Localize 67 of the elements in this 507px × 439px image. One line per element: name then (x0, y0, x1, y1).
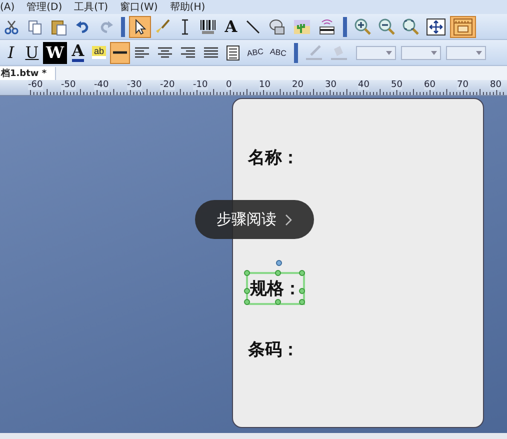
zoom-icon (402, 18, 419, 35)
move-arrows-icon (426, 18, 446, 36)
arc-button[interactable]: ABC (244, 42, 266, 64)
shapes-icon (268, 18, 286, 36)
wave-button[interactable]: ABC (267, 42, 290, 64)
dropdown-field[interactable] (446, 46, 486, 60)
line-icon (112, 51, 127, 54)
ruler-label: -10 (193, 80, 208, 90)
underline-button[interactable]: U (22, 42, 42, 64)
ruler-label: -20 (160, 80, 175, 90)
ruler-label: -40 (94, 80, 109, 90)
text-tool-button[interactable]: A (221, 16, 241, 38)
paste-icon (50, 18, 68, 36)
color-button[interactable]: A (68, 42, 88, 64)
dropdown-field[interactable] (400, 46, 441, 60)
ruler-label: 50 (391, 80, 402, 90)
menu-item[interactable]: 窗口(W) (120, 0, 158, 14)
ruler-label: 0 (226, 80, 232, 90)
hline-button[interactable] (110, 42, 130, 64)
document-icon (226, 44, 240, 60)
chevron-icon (284, 214, 292, 226)
ruler-label: -50 (61, 80, 76, 90)
pen-icon (304, 44, 323, 60)
ruler-label: 60 (424, 80, 436, 90)
align-left-icon (134, 46, 150, 60)
scissors-icon (4, 18, 20, 34)
align-right-icon (180, 46, 196, 60)
italic-button[interactable]: I (1, 42, 21, 64)
zoom-in-icon (354, 18, 371, 35)
undo-icon (75, 18, 91, 34)
inverse-button[interactable]: W (43, 42, 67, 64)
text-cursor-icon (180, 18, 190, 34)
ruler-label: -30 (127, 80, 142, 90)
layout-button[interactable] (450, 16, 476, 38)
text-object[interactable]: 条码： (246, 335, 301, 364)
line-icon (245, 18, 261, 34)
dropdown-field[interactable] (356, 46, 396, 60)
brush-icon (155, 18, 171, 34)
copy-icon (27, 18, 43, 34)
zoom-out-icon (378, 18, 395, 35)
ruler-label: -60 (28, 80, 43, 90)
ruler-label: 10 (259, 80, 270, 90)
image-icon (293, 18, 311, 34)
dropdown-arrow-icon (476, 50, 482, 54)
fill-icon (330, 44, 348, 60)
menu-item[interactable]: 帮助(H) (170, 0, 206, 14)
ruler-label: 70 (457, 80, 468, 90)
justify-icon (202, 46, 219, 60)
ruler-label: 80 (490, 80, 502, 90)
dropdown-arrow-icon (430, 50, 437, 54)
menu-item[interactable]: 工具(T) (74, 0, 108, 14)
document-tab[interactable]: 档1.btw * (0, 67, 56, 80)
layout-icon (453, 18, 473, 36)
ruler-label: 30 (325, 80, 336, 90)
menu-item[interactable]: (A) (0, 2, 15, 12)
card-icon (318, 18, 336, 34)
align-center-icon (156, 46, 173, 60)
highlight-button[interactable]: ab (88, 42, 109, 64)
barcode-icon (199, 18, 217, 34)
pointer-button[interactable] (129, 16, 151, 38)
step-reading-button[interactable]: 步骤阅读 (195, 200, 314, 239)
ruler-label: 40 (358, 80, 370, 90)
ruler-label: 20 (292, 80, 304, 90)
text-object[interactable]: 名称： (246, 143, 301, 172)
menu-item[interactable]: 管理(D) (26, 0, 62, 14)
redo-icon (98, 18, 114, 34)
dropdown-arrow-icon (386, 50, 392, 54)
